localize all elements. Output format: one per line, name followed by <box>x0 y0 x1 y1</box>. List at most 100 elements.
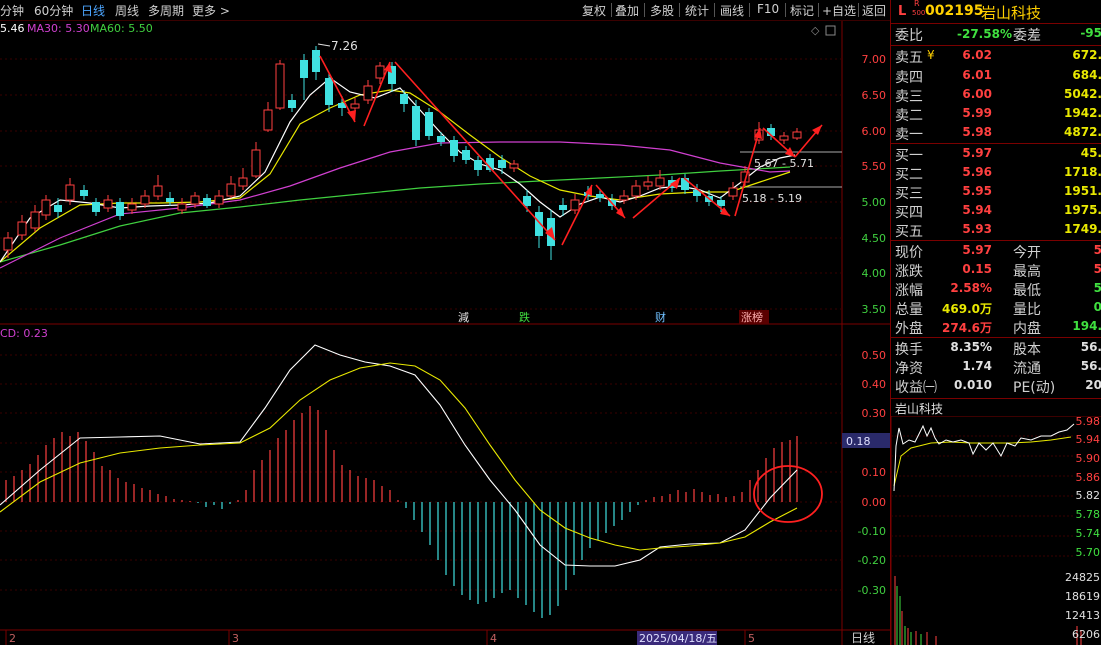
candle <box>509 160 519 172</box>
candle <box>17 215 27 240</box>
window-icon[interactable] <box>825 25 836 36</box>
candle <box>54 198 62 218</box>
mini-volume-up <box>894 576 1082 645</box>
svg-text:4.50: 4.50 <box>862 232 887 245</box>
adjust-button[interactable]: 复权 <box>582 2 606 19</box>
back-button[interactable]: 返回 <box>862 2 886 19</box>
ma5-line <box>0 77 796 263</box>
candle <box>363 80 373 104</box>
tab-1min[interactable]: 分钟 <box>0 2 24 19</box>
stats-button[interactable]: 统计 <box>685 2 709 19</box>
svg-text:4.00: 4.00 <box>862 267 887 280</box>
svg-text:6206: 6206 <box>1072 628 1100 641</box>
svg-text:5.94: 5.94 <box>1076 433 1101 446</box>
candle <box>177 198 187 214</box>
intraday-mini-chart[interactable]: 5.98 5.94 5.90 5.86 5.82 5.78 5.74 5.70 … <box>891 416 1101 645</box>
divider <box>818 3 819 17</box>
stats-row-eps: 收益㈠ 0.010 PE(动) 20 <box>895 378 1101 396</box>
svg-text:5: 5 <box>748 632 755 645</box>
tab-weekly[interactable]: 周线 <box>115 2 139 19</box>
ask-4-row[interactable]: 卖四 6.01 684. <box>891 67 1101 86</box>
svg-text:6.00: 6.00 <box>862 125 887 138</box>
divider <box>785 3 786 17</box>
bid-4-row[interactable]: 买四 5.94 1975. <box>891 202 1101 221</box>
multi-stock-button[interactable]: 多股 <box>650 2 674 19</box>
bid-1-row[interactable]: 买一 5.97 45. <box>891 145 1101 164</box>
candle <box>462 146 470 164</box>
candle <box>779 132 789 144</box>
divider <box>644 3 645 17</box>
price-grid <box>0 58 842 310</box>
candle <box>103 195 113 212</box>
add-watchlist-button[interactable]: +自选 <box>822 2 856 19</box>
f10-button[interactable]: F10 <box>757 2 779 16</box>
high-price-label: 7.26 <box>331 39 358 53</box>
candle <box>681 174 689 194</box>
candle <box>643 176 653 190</box>
svg-text:0.50: 0.50 <box>862 349 887 362</box>
bid-3-row[interactable]: 买三 5.95 1951. <box>891 183 1101 202</box>
svg-text:24825: 24825 <box>1065 571 1100 584</box>
svg-text:12413: 12413 <box>1065 609 1100 622</box>
divider <box>749 3 750 17</box>
divider <box>611 3 612 17</box>
candle <box>203 194 211 208</box>
tab-daily[interactable]: 日线 <box>81 2 105 19</box>
svg-text:5.86: 5.86 <box>1076 471 1101 484</box>
svg-text:6.50: 6.50 <box>862 89 887 102</box>
period-label: 日线 <box>851 631 875 645</box>
candle <box>486 154 494 172</box>
highlight-circle <box>753 465 823 523</box>
price-axis: 7.00 6.50 6.00 5.50 5.00 4.50 4.00 3.50 <box>862 53 887 316</box>
svg-text:-0.10: -0.10 <box>858 525 886 538</box>
macd-histogram <box>5 406 798 618</box>
svg-text:2: 2 <box>9 632 16 645</box>
macd-dif-line <box>0 344 798 567</box>
quote-panel: L R 500 002195 岩山科技 委比 -27.58% 委差 -95 卖五… <box>890 0 1101 645</box>
event-marker-4[interactable]: 涨榜 <box>741 310 763 324</box>
bid-2-row[interactable]: 买二 5.96 1718. <box>891 164 1101 183</box>
candle <box>116 198 124 220</box>
candle <box>450 136 458 162</box>
svg-text:0.40: 0.40 <box>862 378 887 391</box>
quote-row-pct: 涨幅 2.58% 最低 5 <box>895 281 1101 299</box>
quote-row-price: 现价 5.97 今开 5 <box>895 243 1101 261</box>
stock-name: 岩山科技 <box>981 4 1042 22</box>
mini-avg-line <box>893 436 1072 487</box>
event-marker-2[interactable]: 跌 <box>519 310 530 324</box>
candle <box>92 198 100 216</box>
candle <box>655 170 665 190</box>
candle <box>288 94 296 112</box>
divider <box>679 3 680 17</box>
candle <box>214 190 224 208</box>
ma30-legend: MA30: 5.30 <box>27 22 90 35</box>
divider <box>858 3 859 17</box>
ask-mark: ¥ <box>927 48 935 62</box>
candle <box>400 90 408 112</box>
event-marker-3[interactable]: 财 <box>655 310 666 324</box>
overlay-button[interactable]: 叠加 <box>615 2 639 19</box>
arrow-down-2 <box>394 61 556 241</box>
divider <box>714 3 715 17</box>
tab-more[interactable]: 更多 > <box>192 2 230 19</box>
tab-60min[interactable]: 60分钟 <box>34 2 73 19</box>
svg-text:-0.30: -0.30 <box>858 584 886 597</box>
svg-text:5.90: 5.90 <box>1076 452 1101 465</box>
ask-2-row[interactable]: 卖二 5.99 1942. <box>891 105 1101 124</box>
candle <box>570 194 580 214</box>
diamond-icon[interactable]: ◇ <box>811 24 820 37</box>
draw-line-button[interactable]: 画线 <box>720 2 744 19</box>
ask-3-row[interactable]: 卖三 6.00 5042. <box>891 86 1101 105</box>
kline-chart[interactable]: 7.26 5.67 - 5.71 5.18 - 5.19 5.46 MA30: … <box>0 21 890 645</box>
range-label-upper: 5.67 - 5.71 <box>754 157 814 170</box>
mark-button[interactable]: 标记 <box>790 2 814 19</box>
ask-1-row[interactable]: 卖一 5.98 4872. <box>891 124 1101 143</box>
bid-5-row[interactable]: 买五 5.93 1749. <box>891 221 1101 240</box>
chart-toolbar: 分钟 60分钟 日线 周线 多周期 更多 > 复权 叠加 多股 统计 画线 F1… <box>0 0 890 21</box>
macd-grid <box>0 354 842 591</box>
ma60-legend: MA60: 5.50 <box>90 22 153 35</box>
svg-text:0.10: 0.10 <box>862 466 887 479</box>
tab-multi-period[interactable]: 多周期 <box>148 2 184 19</box>
event-marker-1[interactable]: 減 <box>458 310 469 324</box>
ask-5-row[interactable]: 卖五 ¥ 6.02 672. <box>891 47 1101 66</box>
